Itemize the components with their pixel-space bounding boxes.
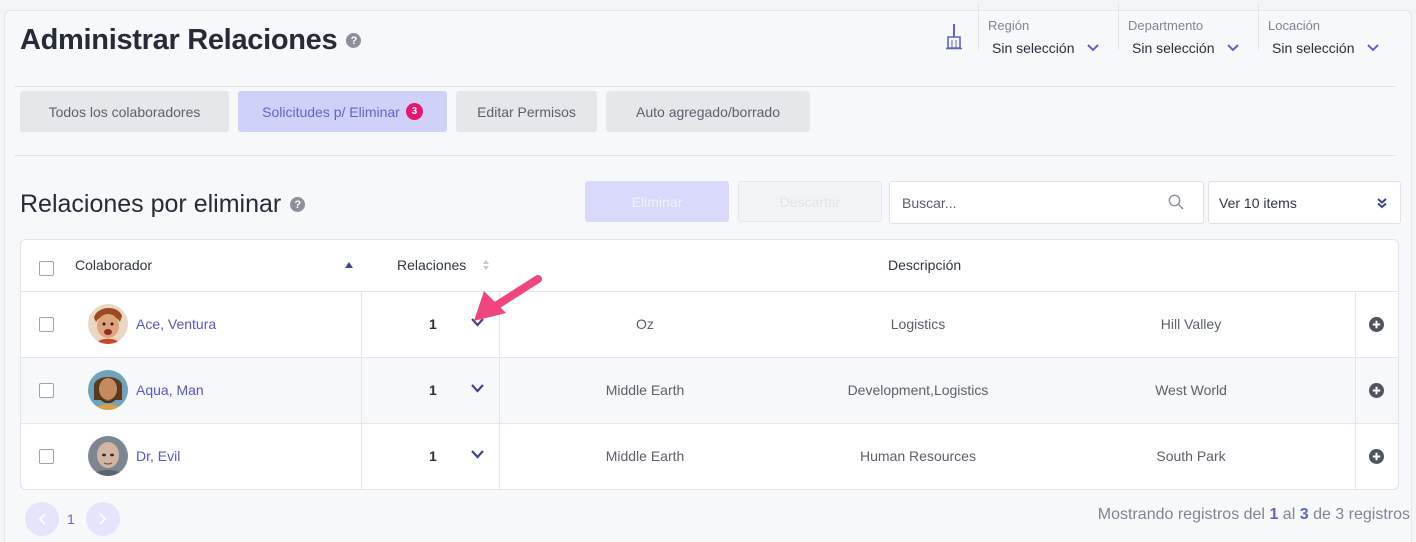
chevron-down-icon[interactable] [471, 450, 484, 459]
relations-table: Colaborador Relaciones Descripción Ace, … [20, 239, 1399, 490]
table-row[interactable]: Ace, Ventura 1 Oz Logistics Hill Valley [21, 292, 1398, 358]
location-cell: West World [1155, 382, 1227, 398]
table-header: Colaborador Relaciones Descripción [21, 240, 1398, 292]
avatar [88, 304, 128, 344]
collaborator-link[interactable]: Aqua, Man [136, 382, 204, 398]
row-checkbox[interactable] [39, 317, 54, 332]
location-cell: Hill Valley [1160, 316, 1222, 332]
tab-auto-add-remove[interactable]: Auto agregado/borrado [606, 91, 810, 132]
column-relations[interactable]: Relaciones [397, 257, 466, 273]
arrow-annotation-icon [474, 275, 542, 321]
avatar [88, 436, 128, 476]
filter-region[interactable]: Región Sin selección [985, 18, 1115, 56]
filter-location[interactable]: Locación Sin selección [1265, 18, 1395, 56]
sort-asc-icon[interactable] [345, 262, 353, 268]
relations-count: 1 [429, 448, 437, 464]
tab-all-collaborators[interactable]: Todos los colaboradores [20, 91, 229, 132]
chevron-left-icon [38, 513, 46, 525]
tab-delete-requests[interactable]: Solicitudes p/ Eliminar 3 [238, 91, 447, 132]
column-collaborator[interactable]: Colaborador [75, 257, 152, 273]
region-cell: Oz [636, 316, 654, 332]
region-cell: Middle Earth [605, 382, 685, 398]
sort-icon[interactable] [483, 259, 489, 271]
plus-circle-icon[interactable] [1369, 383, 1384, 398]
department-cell: Development,Logistics [847, 382, 989, 398]
chevron-right-icon [99, 513, 107, 525]
help-icon[interactable]: ? [346, 33, 362, 48]
select-all-checkbox[interactable] [39, 261, 54, 276]
divider [14, 86, 1396, 87]
row-checkbox[interactable] [39, 449, 54, 464]
location-cell: South Park [1156, 448, 1226, 464]
department-cell: Human Resources [860, 448, 976, 464]
relations-count: 1 [429, 316, 437, 332]
divider [14, 155, 1396, 156]
current-page[interactable]: 1 [67, 511, 75, 527]
discard-button[interactable]: Descartar [738, 181, 882, 222]
help-icon[interactable]: ? [290, 197, 306, 212]
prev-page-button[interactable] [25, 502, 59, 536]
plus-circle-icon[interactable] [1369, 449, 1384, 464]
divider [1258, 4, 1259, 50]
column-description: Descripción [888, 257, 962, 273]
divider [978, 4, 979, 50]
double-chevron-down-icon [1377, 198, 1387, 209]
next-page-button[interactable] [86, 502, 120, 536]
plus-circle-icon[interactable] [1369, 317, 1384, 332]
count-badge: 3 [405, 103, 423, 120]
section-title: Relaciones por eliminar ? [20, 190, 306, 219]
filter-department[interactable]: Departmento Sin selección [1125, 18, 1255, 56]
page-size-select[interactable]: Ver 10 items [1208, 181, 1401, 224]
tab-edit-permissions[interactable]: Editar Permisos [456, 91, 597, 132]
divider [1118, 4, 1119, 50]
chevron-down-icon [1086, 44, 1099, 52]
department-cell: Logistics [890, 316, 946, 332]
search-icon[interactable] [1168, 194, 1184, 210]
broom-icon[interactable] [944, 22, 964, 50]
region-cell: Middle Earth [605, 448, 685, 464]
table-row[interactable]: Dr, Evil 1 Middle Earth Human Resources … [21, 424, 1398, 489]
chevron-down-icon [1226, 44, 1239, 52]
chevron-down-icon[interactable] [471, 384, 484, 393]
collaborator-link[interactable]: Ace, Ventura [136, 316, 216, 332]
delete-button[interactable]: Eliminar [585, 181, 729, 222]
avatar [88, 370, 128, 410]
records-summary: Mostrando registros del 1 al 3 de 3 regi… [1097, 506, 1410, 523]
chevron-down-icon [1366, 44, 1379, 52]
search-input[interactable] [889, 181, 1204, 224]
row-checkbox[interactable] [39, 383, 54, 398]
collaborator-link[interactable]: Dr, Evil [136, 448, 180, 464]
relations-count: 1 [429, 382, 437, 398]
table-row[interactable]: Aqua, Man 1 Middle Earth Development,Log… [21, 358, 1398, 424]
page-title: Administrar Relaciones ? [20, 24, 362, 57]
